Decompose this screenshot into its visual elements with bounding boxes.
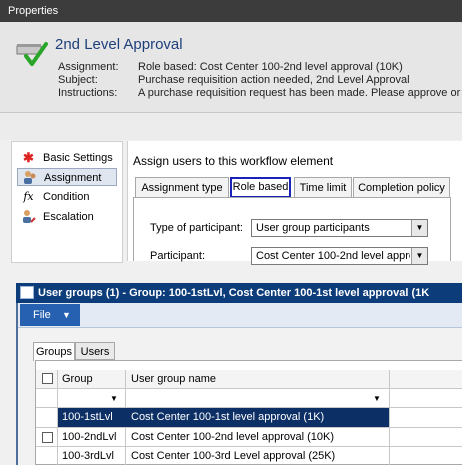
escalation-icon — [21, 209, 36, 224]
settings-nav: ✱ Basic Settings Assignment fx Condition… — [11, 141, 123, 263]
nav-item-label: Assignment — [44, 172, 102, 184]
participant-select[interactable]: Cost Center 100-2nd level appro ▼ — [251, 247, 428, 265]
filter-dropdown-icon[interactable]: ▼ — [110, 394, 118, 403]
tab-label: Time limit — [299, 182, 347, 194]
table-row-group[interactable]: 100-3rdLvl — [62, 447, 114, 465]
column-header-group[interactable]: Group — [62, 370, 93, 388]
tab-label: Completion policy — [358, 182, 445, 194]
filter-dropdown-icon[interactable]: ▼ — [373, 394, 381, 403]
instructions-label: Instructions: — [58, 87, 118, 99]
user-groups-title: User groups (1) - Group: 100-1stLvl, Cos… — [38, 287, 430, 299]
ribbon-bar — [18, 303, 462, 328]
chevron-down-icon: ▼ — [62, 310, 71, 320]
table-row-name[interactable]: Cost Center 100-2nd level approval (10K) — [131, 428, 334, 446]
participant-value: Cost Center 100-2nd level appro — [256, 250, 410, 262]
select-all-checkbox[interactable] — [42, 373, 53, 384]
grid-divider — [389, 370, 390, 465]
nav-item-escalation[interactable]: Escalation — [17, 208, 117, 226]
nav-item-label: Basic Settings — [43, 152, 113, 164]
nav-item-basic-settings[interactable]: ✱ Basic Settings — [17, 149, 117, 167]
nav-item-condition[interactable]: fx Condition — [17, 188, 117, 206]
properties-title-bar: Properties — [0, 0, 462, 22]
approval-check-icon — [16, 42, 48, 66]
table-row-name: Cost Center 100-1st level approval (1K) — [131, 411, 325, 423]
assignment-value: Role based: Cost Center 100-2nd level ap… — [138, 61, 403, 73]
properties-title: Properties — [8, 5, 59, 17]
subject-label: Subject: — [58, 74, 98, 86]
subject-value: Purchase requisition action needed, 2nd … — [138, 74, 410, 86]
properties-header: 2nd Level Approval Assignment: Role base… — [0, 22, 462, 113]
fx-icon: fx — [23, 190, 34, 203]
table-row-name[interactable]: Cost Center 100-3rd Level approval (25K) — [131, 447, 335, 465]
type-of-participant-value: User group participants — [256, 222, 370, 234]
chevron-down-icon[interactable]: ▼ — [411, 248, 427, 264]
tab-label: Role based — [232, 181, 289, 193]
type-of-participant-select[interactable]: User group participants ▼ — [251, 219, 428, 237]
tab-groups[interactable]: Groups — [33, 342, 75, 361]
type-of-participant-label: Type of participant: — [150, 222, 243, 234]
nav-item-label: Condition — [43, 191, 90, 203]
table-row-group[interactable]: 100-2ndLvl — [62, 428, 116, 446]
column-header-user-group-name[interactable]: User group name — [131, 370, 216, 388]
assignment-heading: Assign users to this workflow element — [133, 154, 334, 168]
tab-users[interactable]: Users — [75, 342, 115, 360]
asterisk-icon: ✱ — [23, 150, 34, 165]
tab-assignment-type[interactable]: Assignment type — [135, 177, 229, 198]
tab-time-limit[interactable]: Time limit — [294, 177, 352, 198]
workflow-element-title: 2nd Level Approval — [55, 36, 183, 53]
spacer-strip — [0, 113, 462, 140]
file-label: File — [33, 309, 51, 321]
users-icon — [22, 170, 37, 185]
nav-item-assignment[interactable]: Assignment — [17, 168, 117, 186]
grid-header — [36, 370, 462, 388]
assignment-label: Assignment: — [58, 61, 119, 73]
tab-label: Assignment type — [141, 182, 223, 194]
tab-label: Groups — [35, 346, 73, 358]
table-row-group: 100-1stLvl — [62, 411, 113, 423]
tab-label: Users — [80, 346, 110, 358]
grid-divider — [36, 388, 462, 389]
tab-role-based[interactable]: Role based — [230, 177, 291, 198]
chevron-down-icon[interactable]: ▼ — [411, 220, 427, 236]
window-icon — [20, 286, 34, 299]
participant-label: Participant: — [150, 250, 206, 262]
row-checkbox[interactable] — [42, 432, 53, 443]
instructions-value: A purchase requisition request has been … — [138, 87, 461, 99]
user-groups-title-bar: User groups (1) - Group: 100-1stLvl, Cos… — [16, 283, 462, 303]
nav-item-label: Escalation — [43, 211, 94, 223]
file-menu-button[interactable]: File ▼ — [20, 304, 80, 326]
tab-completion-policy[interactable]: Completion policy — [353, 177, 450, 198]
